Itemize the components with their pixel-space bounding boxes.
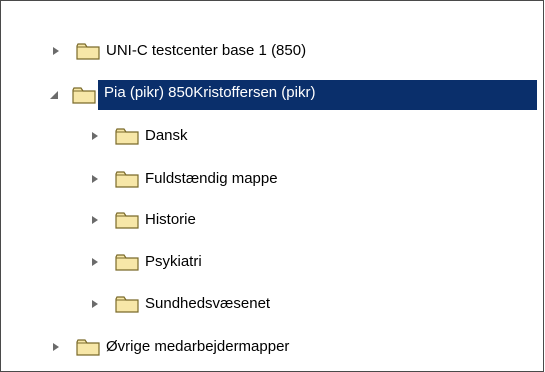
tree-node-label[interactable]: Sundhedsvæsenet: [142, 293, 273, 315]
chevron-right-icon[interactable]: [88, 297, 102, 311]
tree-node-unic-testcenter[interactable]: UNI-C testcenter base 1 (850): [49, 38, 309, 64]
folder-icon: [75, 41, 101, 61]
chevron-right-icon[interactable]: [49, 340, 63, 354]
tree-node-pia-kristoffersen[interactable]: Pia (pikr) 850Kristoffersen (pikr): [47, 79, 537, 111]
chevron-right-icon[interactable]: [88, 129, 102, 143]
chevron-right-icon[interactable]: [88, 172, 102, 186]
chevron-down-icon[interactable]: [47, 88, 61, 102]
tree-node-historie[interactable]: Historie: [88, 207, 199, 233]
tree-node-label[interactable]: UNI-C testcenter base 1 (850): [103, 40, 309, 62]
chevron-right-icon[interactable]: [88, 213, 102, 227]
tree-node-fuldstaendig-mappe[interactable]: Fuldstændig mappe: [88, 166, 281, 192]
tree-node-label[interactable]: Øvrige medarbejdermapper: [103, 336, 292, 358]
tree-node-dansk[interactable]: Dansk: [88, 123, 191, 149]
folder-icon: [114, 294, 140, 314]
tree-node-label[interactable]: Fuldstændig mappe: [142, 168, 281, 190]
folder-icon: [75, 337, 101, 357]
folder-icon: [114, 169, 140, 189]
folder-icon: [71, 85, 97, 105]
chevron-right-icon[interactable]: [49, 44, 63, 58]
folder-icon: [114, 252, 140, 272]
folder-icon: [114, 126, 140, 146]
folder-tree: UNI-C testcenter base 1 (850) Pia (pikr)…: [1, 1, 543, 371]
tree-node-label[interactable]: Historie: [142, 209, 199, 231]
tree-node-label[interactable]: Dansk: [142, 125, 191, 147]
tree-panel: UNI-C testcenter base 1 (850) Pia (pikr)…: [0, 0, 544, 372]
tree-node-psykiatri[interactable]: Psykiatri: [88, 249, 205, 275]
folder-icon: [114, 210, 140, 230]
chevron-right-icon[interactable]: [88, 255, 102, 269]
tree-node-sundhedsvaesenet[interactable]: Sundhedsvæsenet: [88, 291, 273, 317]
tree-node-label-selected[interactable]: Pia (pikr) 850Kristoffersen (pikr): [98, 80, 537, 110]
tree-node-oevrige-medarbejdermapper[interactable]: Øvrige medarbejdermapper: [49, 334, 292, 360]
tree-node-label[interactable]: Psykiatri: [142, 251, 205, 273]
